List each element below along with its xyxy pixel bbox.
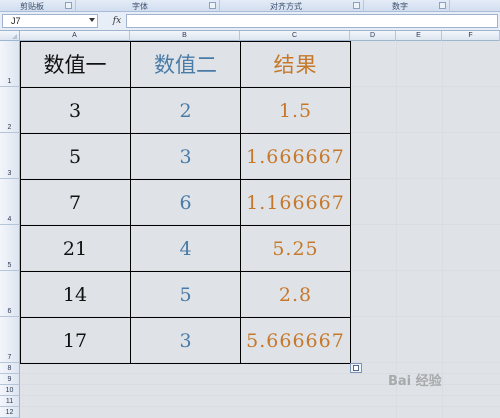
alignment-launcher-icon[interactable] (353, 2, 360, 9)
table-cell[interactable]: 3 (20, 88, 131, 134)
gridline (20, 395, 500, 396)
row-number: 10 (5, 387, 14, 394)
table-cell[interactable]: 5 (131, 272, 241, 318)
row-header-11[interactable]: 11 (0, 396, 20, 407)
name-box-value: J7 (11, 16, 21, 26)
row-header-1[interactable]: 1 (0, 41, 20, 87)
row-number: 11 (5, 398, 14, 405)
table-cell[interactable]: 3 (131, 318, 241, 364)
row-header-5[interactable]: 5 (0, 225, 20, 271)
row-number: 3 (7, 170, 12, 177)
column-header-row: A B C D E F (0, 31, 500, 41)
select-all-button[interactable] (0, 31, 20, 41)
paste-options-icon (353, 365, 359, 371)
row-number: 9 (7, 376, 12, 383)
header-cell[interactable]: 数值一 (20, 41, 131, 88)
table-cell[interactable]: 3 (131, 134, 241, 180)
font-launcher-icon[interactable] (209, 2, 216, 9)
row-header-8[interactable]: 8 (0, 363, 20, 374)
gridline (20, 406, 500, 407)
row-number: 8 (7, 365, 12, 372)
column-header-c[interactable]: C (240, 31, 350, 41)
row-header-7[interactable]: 7 (0, 317, 20, 363)
row-number: 4 (7, 216, 12, 223)
row-header-10[interactable]: 10 (0, 385, 20, 396)
ribbon-group-label: 字体 (132, 2, 148, 11)
row-header-12[interactable]: 12 (0, 407, 20, 418)
clipboard-launcher-icon[interactable] (65, 2, 72, 9)
table-cell[interactable]: 7 (20, 180, 131, 226)
table-cell[interactable]: 2.8 (241, 272, 351, 318)
column-header-e[interactable]: E (396, 31, 442, 41)
table-cell[interactable]: 5.25 (241, 226, 351, 272)
column-header-b[interactable]: B (130, 31, 240, 41)
row-header-3[interactable]: 3 (0, 133, 20, 179)
table-cell[interactable]: 6 (131, 180, 241, 226)
data-table: 数值一 数值二 结果 3 2 1.5 5 3 1.666667 7 6 1.16… (20, 41, 351, 364)
row-header-9[interactable]: 9 (0, 374, 20, 385)
header-cell[interactable]: 结果 (241, 41, 351, 88)
table-cell[interactable]: 1.166667 (241, 180, 351, 226)
table-cell[interactable]: 14 (20, 272, 131, 318)
watermark-logo: Bai 经验 (388, 370, 442, 389)
row-number: 2 (7, 124, 12, 131)
row-header-6[interactable]: 6 (0, 271, 20, 317)
table-cell[interactable]: 5 (20, 134, 131, 180)
ribbon-group-strip: 剪贴板 字体 对齐方式 数字 (0, 0, 500, 12)
ribbon-group-number: 数字 (364, 0, 450, 12)
row-header-4[interactable]: 4 (0, 179, 20, 225)
ribbon-group-clipboard: 剪贴板 (0, 0, 76, 12)
table-cell[interactable]: 17 (20, 318, 131, 364)
table-cell[interactable]: 5.666667 (241, 318, 351, 364)
watermark-text: Bai 经验 (388, 374, 442, 389)
name-box[interactable]: J7 (2, 14, 98, 28)
row-number: 12 (5, 409, 14, 416)
ribbon-group-label: 对齐方式 (270, 2, 302, 11)
row-number: 6 (7, 308, 12, 315)
table-cell[interactable]: 21 (20, 226, 131, 272)
column-header-a[interactable]: A (20, 31, 130, 41)
paste-options-button[interactable] (350, 363, 362, 373)
table-cell[interactable]: 1.666667 (241, 134, 351, 180)
formula-bar: J7 fx (0, 12, 500, 31)
ribbon-group-alignment: 对齐方式 (220, 0, 364, 12)
row-header-2[interactable]: 2 (0, 87, 20, 133)
formula-input[interactable] (126, 14, 498, 28)
ribbon-group-label: 剪贴板 (20, 2, 44, 11)
table-cell[interactable]: 1.5 (241, 88, 351, 134)
column-header-f[interactable]: F (442, 31, 500, 41)
select-all-icon (12, 34, 17, 39)
row-number: 1 (7, 78, 12, 85)
row-number: 5 (7, 262, 12, 269)
column-header-d[interactable]: D (350, 31, 396, 41)
ribbon-group-font: 字体 (76, 0, 220, 12)
insert-function-button[interactable]: fx (110, 14, 124, 28)
table-cell[interactable]: 2 (131, 88, 241, 134)
number-launcher-icon[interactable] (439, 2, 446, 9)
header-cell[interactable]: 数值二 (131, 41, 241, 88)
row-number: 7 (7, 354, 12, 361)
ribbon-group-label: 数字 (392, 2, 408, 11)
chevron-down-icon[interactable] (89, 18, 95, 22)
table-cell[interactable]: 4 (131, 226, 241, 272)
